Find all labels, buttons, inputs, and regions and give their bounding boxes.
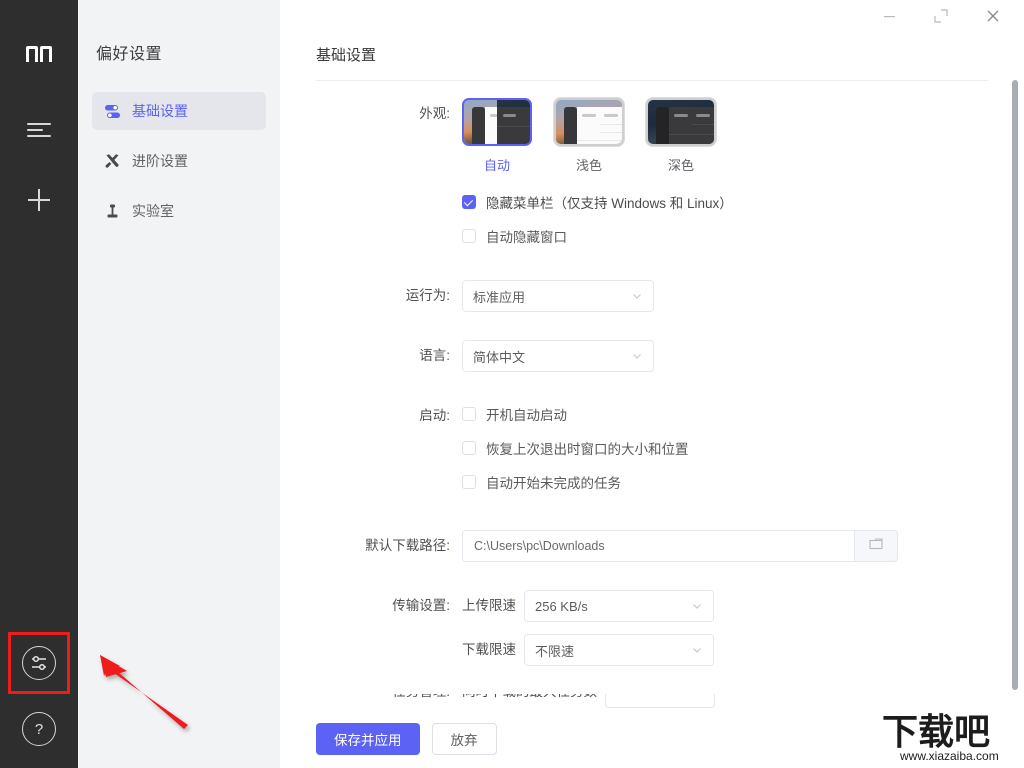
checkbox-label: 开机自动启动 bbox=[486, 408, 567, 423]
sidebar-item-label: 进阶设置 bbox=[132, 153, 188, 169]
theme-label: 深色 bbox=[667, 158, 694, 173]
watermark: 下载吧 www.xiazaiba.com bbox=[882, 711, 999, 763]
sidebar-item-lab[interactable]: 实验室 bbox=[92, 192, 266, 230]
checkbox-hide-menubar[interactable]: 隐藏菜单栏（仅支持 Windows 和 Linux） bbox=[462, 188, 1024, 216]
download-path-row: 默认下载路径: C:\Users\pc\Downloads bbox=[280, 530, 1024, 562]
help-button[interactable]: ? bbox=[22, 712, 56, 746]
discard-button[interactable]: 放弃 bbox=[431, 723, 497, 755]
rail-bottom-group: ? bbox=[8, 632, 70, 768]
language-row: 语言: 简体中文 bbox=[280, 340, 1024, 372]
vertical-scrollbar[interactable] bbox=[1012, 80, 1018, 690]
theme-label: 浅色 bbox=[575, 158, 602, 173]
run-mode-value: 标准应用 bbox=[473, 289, 526, 305]
chevron-down-icon bbox=[691, 644, 703, 656]
theme-thumbnail-auto bbox=[462, 98, 532, 146]
close-icon[interactable] bbox=[982, 5, 1004, 27]
transfer-settings-row: 传输设置: 上传限速 256 KB/s 下载限速 不限速 bbox=[280, 590, 1024, 666]
sidebar-item-advanced-settings[interactable]: 进阶设置 bbox=[92, 142, 266, 180]
chevron-down-icon bbox=[631, 350, 643, 362]
settings-scroll-area: 外观: 自动 浅色 深色 隐藏菜单栏（仅支持 Windows 和 Linux） … bbox=[280, 78, 1024, 710]
checkbox-box bbox=[462, 441, 476, 455]
main-content: 基础设置 外观: 自动 浅色 深色 隐藏菜单栏（仅支持 Windows 和 Li… bbox=[280, 0, 1024, 768]
theme-option-light[interactable]: 浅色 bbox=[554, 98, 624, 174]
app-window: ? 偏好设置 基础设置 进阶设置 实验室 基础设置 外观: 自动 浅色 深色 隐… bbox=[0, 0, 1024, 768]
checkbox-restore-window[interactable]: 恢复上次退出时窗口的大小和位置 bbox=[462, 434, 1024, 462]
task-manage-inner: 任务管理: 同时下载的最大任务数 bbox=[280, 694, 715, 708]
checkbox-auto-resume-tasks[interactable]: 自动开始未完成的任务 bbox=[462, 468, 1024, 496]
theme-thumbnail-dark bbox=[646, 98, 716, 146]
download-limit-group: 下载限速 不限速 bbox=[462, 634, 1024, 666]
add-task-icon[interactable] bbox=[17, 178, 61, 222]
settings-button[interactable] bbox=[8, 632, 70, 694]
browse-folder-button[interactable] bbox=[854, 530, 898, 562]
download-path-input[interactable]: C:\Users\pc\Downloads bbox=[462, 530, 854, 562]
task-manage-sub-label: 同时下载的最大任务数 bbox=[462, 694, 597, 708]
upload-limit-select[interactable]: 256 KB/s bbox=[524, 590, 714, 622]
checkbox-label: 自动隐藏窗口 bbox=[486, 230, 567, 245]
chevron-up-icon bbox=[692, 694, 704, 698]
language-value: 简体中文 bbox=[473, 349, 526, 365]
checkbox-auto-hide-window[interactable]: 自动隐藏窗口 bbox=[462, 222, 1024, 250]
annotation-highlight-box bbox=[8, 632, 70, 694]
download-limit-select[interactable]: 不限速 bbox=[524, 634, 714, 666]
checkbox-box bbox=[462, 475, 476, 489]
settings-form: 外观: 自动 浅色 深色 隐藏菜单栏（仅支持 Windows 和 Linux） … bbox=[280, 78, 1024, 708]
checkbox-box bbox=[462, 407, 476, 421]
download-limit-value: 不限速 bbox=[535, 643, 575, 659]
toggle-switches-icon bbox=[104, 103, 130, 120]
language-select[interactable]: 简体中文 bbox=[462, 340, 654, 372]
app-logo bbox=[24, 40, 54, 68]
question-mark-icon: ? bbox=[22, 712, 56, 746]
preferences-title: 偏好设置 bbox=[96, 46, 163, 63]
save-and-apply-button[interactable]: 保存并应用 bbox=[316, 723, 420, 755]
preferences-sidebar: 偏好设置 基础设置 进阶设置 实验室 bbox=[78, 0, 280, 768]
checkbox-box bbox=[462, 229, 476, 243]
startup-row: 启动: 开机自动启动 恢复上次退出时窗口的大小和位置 自动开始未完成的任务 bbox=[280, 400, 1024, 502]
chevron-down-icon bbox=[691, 600, 703, 612]
watermark-text: 下载吧 bbox=[882, 711, 990, 752]
theme-option-auto[interactable]: 自动 bbox=[462, 98, 532, 174]
minimize-icon[interactable] bbox=[878, 5, 900, 27]
run-mode-row: 运行为: 标准应用 bbox=[280, 280, 1024, 312]
tools-icon bbox=[104, 153, 130, 170]
checkbox-label: 隐藏菜单栏（仅支持 Windows 和 Linux） bbox=[486, 196, 733, 211]
transfer-settings-label: 传输设置: bbox=[392, 598, 450, 613]
appearance-label: 外观: bbox=[419, 106, 450, 121]
sidebar-item-label: 实验室 bbox=[132, 203, 174, 219]
run-mode-label: 运行为: bbox=[405, 288, 450, 303]
flask-icon bbox=[104, 203, 130, 220]
watermark-url: www.xiazaiba.com bbox=[899, 749, 999, 763]
upload-limit-value: 256 KB/s bbox=[535, 598, 588, 614]
motrix-logo-icon bbox=[26, 46, 52, 62]
task-list-icon[interactable] bbox=[17, 108, 61, 152]
startup-label: 启动: bbox=[419, 408, 450, 423]
upload-limit-label: 上传限速 bbox=[462, 598, 516, 613]
checkbox-label: 自动开始未完成的任务 bbox=[486, 476, 621, 491]
maximize-icon[interactable] bbox=[930, 5, 952, 27]
checkbox-auto-start[interactable]: 开机自动启动 bbox=[462, 400, 1024, 428]
chevron-down-icon bbox=[631, 290, 643, 302]
checkbox-label: 恢复上次退出时窗口的大小和位置 bbox=[486, 442, 689, 457]
theme-thumbnail-light bbox=[554, 98, 624, 146]
theme-label: 自动 bbox=[483, 158, 510, 173]
download-path-label: 默认下载路径: bbox=[365, 538, 450, 553]
language-label: 语言: bbox=[419, 348, 450, 363]
page-title: 基础设置 bbox=[316, 47, 377, 64]
max-concurrent-tasks-input[interactable] bbox=[605, 694, 715, 708]
checkbox-box bbox=[462, 195, 476, 209]
theme-options: 自动 浅色 深色 bbox=[462, 98, 1024, 174]
download-limit-label: 下载限速 bbox=[462, 642, 516, 657]
upload-limit-group: 上传限速 256 KB/s bbox=[462, 590, 1024, 622]
theme-option-dark[interactable]: 深色 bbox=[646, 98, 716, 174]
sidebar-item-label: 基础设置 bbox=[132, 103, 188, 119]
download-path-group: C:\Users\pc\Downloads bbox=[462, 530, 898, 562]
left-rail: ? bbox=[0, 0, 78, 768]
window-titlebar bbox=[878, 0, 1024, 32]
folder-icon bbox=[868, 537, 884, 556]
run-mode-select[interactable]: 标准应用 bbox=[462, 280, 654, 312]
appearance-row: 外观: 自动 浅色 深色 隐藏菜单栏（仅支持 Windows 和 Linux） … bbox=[280, 98, 1024, 256]
task-manage-label: 任务管理: bbox=[280, 694, 462, 708]
sidebar-item-basic-settings[interactable]: 基础设置 bbox=[92, 92, 266, 130]
